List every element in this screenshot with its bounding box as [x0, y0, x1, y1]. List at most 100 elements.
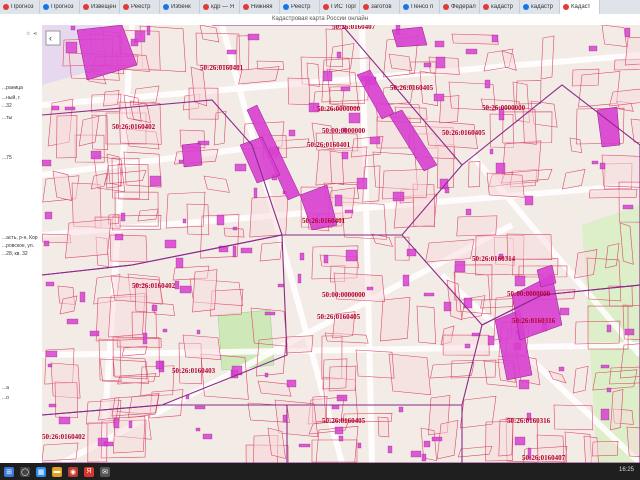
building	[264, 311, 276, 316]
building	[606, 387, 612, 393]
building	[175, 257, 184, 269]
tab-label: Кадаст	[571, 4, 591, 10]
cadastral-number-label: 50:00:0000000	[322, 291, 366, 299]
building	[344, 209, 354, 214]
tab-label: заготов	[371, 4, 392, 10]
side-panel-text: ...а	[2, 385, 9, 391]
cadastral-number-label: 50:26:0160316	[507, 417, 551, 425]
building-large	[391, 26, 428, 48]
building	[277, 283, 285, 288]
browser-tab[interactable]: Реестр	[280, 0, 320, 14]
browser-tab[interactable]: кадастр	[480, 0, 520, 14]
building	[489, 148, 494, 155]
browser-tab[interactable]: Федерал	[440, 0, 480, 14]
land-parcel	[574, 249, 598, 279]
building	[454, 260, 466, 273]
building	[431, 436, 443, 442]
cadastral-number-label: 50:26:0160402	[42, 433, 86, 441]
cadastral-number-label: 50:26:0160405	[442, 129, 486, 137]
building	[298, 443, 311, 448]
building	[162, 328, 168, 333]
explorer-icon[interactable]: ▦	[36, 466, 46, 477]
search-icon[interactable]: ◯	[20, 466, 30, 477]
browser-icon[interactable]: ◉	[68, 466, 78, 477]
building	[433, 93, 445, 102]
land-parcel	[451, 33, 499, 45]
building	[195, 427, 201, 432]
building	[514, 275, 526, 287]
land-parcel	[382, 169, 429, 200]
building	[155, 360, 164, 370]
app-icon[interactable]: ✉	[100, 466, 110, 477]
building	[356, 177, 368, 190]
building	[286, 379, 297, 388]
building	[179, 285, 192, 294]
building	[322, 70, 333, 82]
share-icon[interactable]: ⋖	[33, 31, 37, 37]
building	[196, 329, 201, 335]
land-parcel	[182, 334, 222, 361]
cadastral-map[interactable]: 50:26:0160407 50:26:0160401 50:26:0160405 5…	[42, 25, 640, 463]
building	[487, 335, 495, 346]
building	[606, 324, 612, 333]
browser-tab[interactable]: Прогноз	[0, 0, 40, 14]
star-icon[interactable]: ☆	[26, 31, 30, 37]
tab-label: Извещени	[91, 4, 116, 10]
cadastral-number-label: 50:26:0160405	[322, 417, 366, 425]
building	[323, 254, 329, 264]
building	[282, 414, 288, 423]
building	[151, 304, 158, 312]
building	[47, 363, 53, 368]
side-panel-text: ...раница	[2, 85, 23, 91]
tab-label: кадастр	[491, 4, 514, 10]
land-parcel	[486, 172, 525, 198]
browser-tab[interactable]: кадастр	[520, 0, 560, 14]
land-parcel	[571, 68, 600, 87]
side-panel-text: ...о	[2, 395, 9, 401]
land-parcel	[425, 239, 475, 263]
cadastral-number-label: 50:26:0160402	[112, 123, 156, 131]
land-parcel	[388, 53, 413, 72]
tab-label: Прогноз	[11, 4, 34, 10]
building	[402, 274, 410, 287]
browser-tab[interactable]: Избёнк	[160, 0, 200, 14]
building	[48, 403, 57, 408]
browser-tab[interactable]: Нижняя	[240, 0, 280, 14]
tab-favicon-icon	[243, 4, 249, 10]
building	[182, 218, 187, 224]
building	[410, 450, 422, 458]
building	[79, 291, 86, 303]
start-icon[interactable]: ⊞	[4, 466, 14, 477]
building	[240, 247, 253, 254]
tab-favicon-icon	[123, 4, 129, 10]
building	[392, 191, 405, 202]
folder-icon[interactable]: ▬	[52, 466, 62, 477]
chevron-left-icon[interactable]: ‹	[49, 33, 52, 43]
browser-tab[interactable]: ГИС Торг	[320, 0, 360, 14]
clock: 16:25	[618, 467, 634, 473]
building	[44, 211, 53, 220]
taskbar: ⊞ ◯ ▦ ▬ ◉ Я ✉ 16:25	[0, 463, 640, 480]
land-parcel	[328, 365, 357, 392]
browser-tab[interactable]: Извещени	[80, 0, 120, 14]
land-parcel	[65, 219, 112, 259]
building	[264, 372, 269, 378]
building	[65, 41, 78, 54]
building	[64, 106, 76, 111]
land-parcel	[56, 115, 78, 159]
land-parcel	[589, 189, 638, 199]
building	[51, 105, 60, 111]
browser-tab[interactable]: Реестр	[120, 0, 160, 14]
building	[464, 343, 471, 349]
browser-tab[interactable]: Прогноз	[40, 0, 80, 14]
map-canvas[interactable]: 50:26:0160407 50:26:0160401 50:26:0160405 5…	[42, 25, 640, 463]
browser-tab[interactable]: кдр — Я	[200, 0, 240, 14]
land-parcel	[287, 77, 310, 105]
building	[600, 364, 610, 369]
yandex-icon[interactable]: Я	[84, 466, 94, 477]
tab-favicon-icon	[203, 4, 209, 10]
browser-tab[interactable]: Пенсо п	[400, 0, 440, 14]
browser-tab[interactable]: заготов	[360, 0, 400, 14]
building	[146, 25, 151, 36]
browser-tab[interactable]: Кадаст	[560, 0, 600, 14]
